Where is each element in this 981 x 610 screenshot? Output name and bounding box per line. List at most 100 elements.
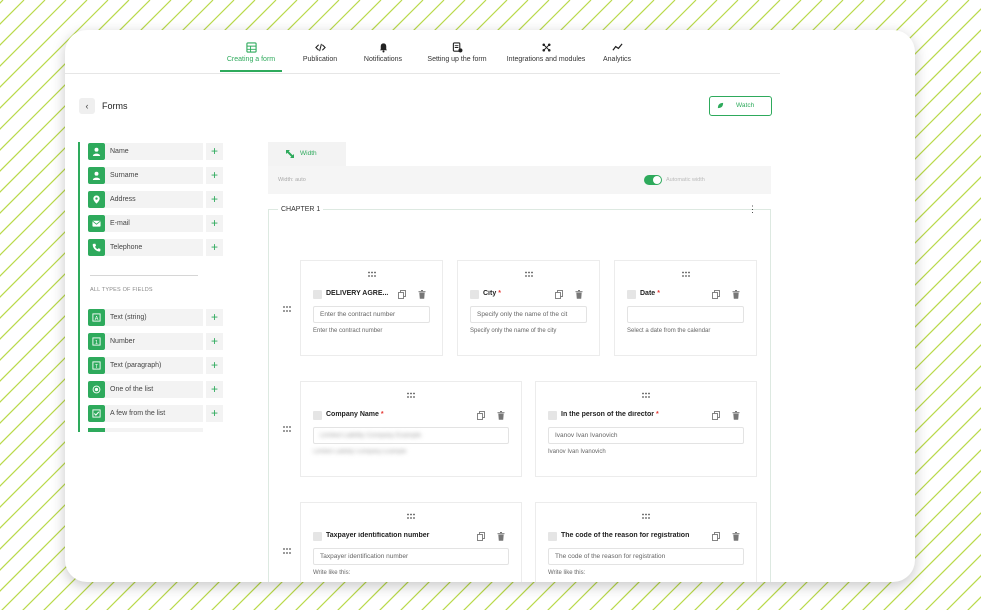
automatic-width-toggle[interactable] — [644, 175, 662, 185]
form-field-card-registration-reason-code[interactable]: The code of the reason for registration … — [535, 502, 757, 582]
drag-handle-icon[interactable] — [641, 392, 651, 399]
copy-icon[interactable] — [477, 411, 485, 420]
analytics-icon — [611, 43, 623, 51]
copy-icon[interactable] — [712, 411, 720, 420]
copy-icon[interactable] — [477, 532, 485, 541]
row-drag-handle-icon[interactable] — [282, 425, 292, 433]
sidebar-item-one-of-the-list[interactable]: One of the list + — [85, 380, 223, 399]
trash-icon[interactable] — [497, 532, 505, 541]
field-type-checkbox-icon — [548, 532, 557, 541]
field-input-preview[interactable] — [627, 306, 744, 323]
field-label-text: Company Name — [326, 411, 379, 418]
form-field-card-city[interactable]: City * Specify only the name of the cit S… — [457, 260, 600, 356]
width-tab-label: Width — [300, 150, 317, 157]
sidebar-item-label: Surname — [105, 167, 203, 184]
add-field-button[interactable]: + — [206, 405, 223, 422]
bell-icon — [379, 43, 387, 53]
trash-icon[interactable] — [575, 290, 583, 299]
svg-text:1: 1 — [95, 340, 98, 346]
copy-icon[interactable] — [712, 290, 720, 299]
field-hint: Write like this: — [313, 570, 351, 576]
drag-handle-icon[interactable] — [681, 271, 691, 278]
field-hint: Specify only the name of the city — [470, 328, 557, 334]
copy-icon[interactable] — [555, 290, 563, 299]
trash-icon[interactable] — [497, 411, 505, 420]
trash-icon[interactable] — [732, 532, 740, 541]
watch-button[interactable]: Watch — [709, 96, 772, 116]
form-field-card-director[interactable]: In the person of the director * Ivanov Iv… — [535, 381, 757, 477]
field-input-preview[interactable]: Taxpayer identification number — [313, 548, 509, 565]
sidebar-item-telephone[interactable]: Telephone + — [85, 238, 223, 257]
add-field-button[interactable]: + — [206, 239, 223, 256]
required-asterisk: * — [655, 411, 659, 418]
field-hint: Enter the contract number — [313, 328, 383, 334]
kebab-menu-icon[interactable]: ⋮ — [748, 205, 757, 214]
tab-integrations-and-modules[interactable]: Integrations and modules — [503, 42, 589, 63]
copy-icon[interactable] — [398, 290, 406, 299]
sidebar-item-address[interactable]: Address + — [85, 190, 223, 209]
drag-handle-icon[interactable] — [367, 271, 377, 278]
sidebar-item-number[interactable]: 1 Number + — [85, 332, 223, 351]
copy-icon[interactable] — [712, 532, 720, 541]
form-field-card-taxpayer-id[interactable]: Taxpayer identification number Taxpayer … — [300, 502, 522, 582]
drag-handle-icon[interactable] — [641, 513, 651, 520]
sidebar-item-a-few-from-the-list[interactable]: A few from the list + — [85, 404, 223, 423]
field-label-text: The code of the reason for registration — [561, 532, 690, 539]
sidebar-item-text-string[interactable]: A Text (string) + — [85, 308, 223, 327]
tab-setting-up-the-form[interactable]: Setting up the form — [423, 42, 491, 63]
stripe-line — [0, 0, 4, 4]
trash-icon[interactable] — [418, 290, 426, 299]
add-field-button[interactable]: + — [206, 215, 223, 232]
field-input-preview[interactable]: Specify only the name of the cit — [470, 306, 587, 323]
tab-creating-a-form[interactable]: Creating a form — [220, 42, 282, 63]
row-drag-handle-icon[interactable] — [282, 305, 292, 313]
sidebar-item-surname[interactable]: Surname + — [85, 166, 223, 185]
field-input-preview[interactable]: The code of the reason for registration — [548, 548, 744, 565]
drag-handle-icon[interactable] — [524, 271, 534, 278]
tab-analytics[interactable]: Analytics — [599, 42, 635, 63]
field-input-preview[interactable]: Ivanov Ivan Ivanovich — [548, 427, 744, 444]
tab-label: Integrations and modules — [506, 56, 586, 63]
tab-notifications[interactable]: Notifications — [359, 42, 407, 63]
field-input-preview[interactable]: Enter the contract number — [313, 306, 430, 323]
form-builder-canvas: Width Width: auto Automatic width CHAPTE… — [268, 142, 771, 582]
stripe-line — [0, 0, 25, 25]
tab-label: Notifications — [363, 56, 403, 63]
stripe-line — [946, 575, 981, 610]
add-field-button[interactable]: + — [206, 333, 223, 350]
field-label: Taxpayer identification number — [326, 532, 466, 539]
tab-publication[interactable]: Publication — [295, 42, 345, 63]
field-label-text: In the person of the director — [561, 411, 654, 418]
checkbox-icon — [88, 405, 105, 422]
add-field-button[interactable]: + — [206, 357, 223, 374]
trash-icon[interactable] — [732, 411, 740, 420]
trash-icon[interactable] — [732, 290, 740, 299]
add-field-button[interactable]: + — [206, 167, 223, 184]
add-field-button[interactable]: + — [206, 381, 223, 398]
person-icon — [88, 167, 105, 184]
sidebar-item-text-paragraph[interactable]: T Text (paragraph) + — [85, 356, 223, 375]
sidebar-item-label: Text (paragraph) — [105, 357, 203, 374]
form-field-card-company-name[interactable]: Company Name * Limited Liability Company … — [300, 381, 522, 477]
add-field-button[interactable]: + — [206, 143, 223, 160]
row-drag-handle-icon[interactable] — [282, 547, 292, 555]
width-tab[interactable]: Width — [268, 142, 346, 166]
tab-label: Setting up the form — [427, 56, 487, 63]
automatic-width-label: Automatic width — [666, 177, 705, 183]
add-field-button[interactable]: + — [206, 309, 223, 326]
blurred-placeholder: Limited Liability Company Example — [320, 432, 422, 439]
drag-handle-icon[interactable] — [406, 513, 416, 520]
sidebar-item-name[interactable]: Name + — [85, 142, 223, 161]
field-input-preview[interactable]: Limited Liability Company Example — [313, 427, 509, 444]
form-field-card-date[interactable]: Date * Select a date from the calendar — [614, 260, 757, 356]
nav-divider — [65, 73, 780, 74]
drag-handle-icon[interactable] — [406, 392, 416, 399]
sidebar-item-email[interactable]: E-mail + — [85, 214, 223, 233]
width-value: Width: auto — [278, 177, 306, 183]
code-icon — [314, 43, 326, 52]
app-window: Creating a form Publication Notification… — [65, 30, 915, 582]
form-field-card-delivery-agreement[interactable]: DELIVERY AGRE... Enter the contract numb… — [300, 260, 443, 356]
field-type-checkbox-icon — [470, 290, 479, 299]
back-button[interactable]: ‹ — [79, 98, 95, 114]
add-field-button[interactable]: + — [206, 191, 223, 208]
